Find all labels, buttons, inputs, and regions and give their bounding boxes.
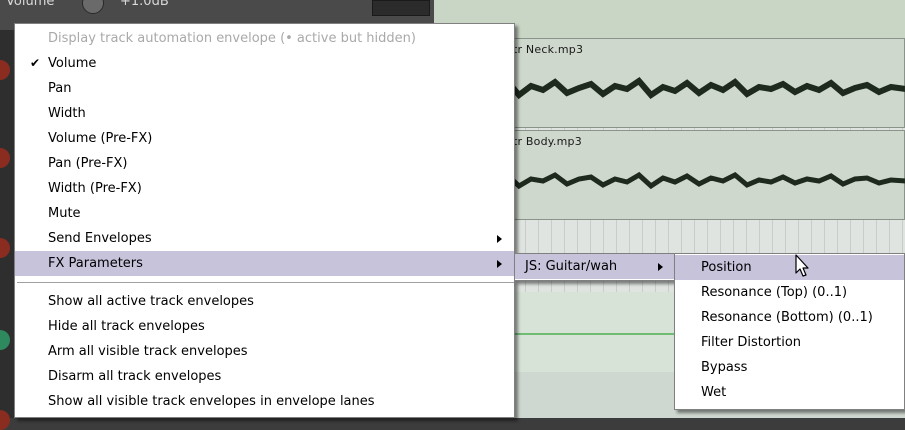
record-arm-icon[interactable] (0, 60, 10, 80)
menu-item-label: Pan (48, 81, 72, 96)
menu-item-label: Resonance (Top) (0..1) (701, 285, 848, 300)
menu-item-label: Arm all visible track envelopes (48, 344, 248, 359)
menu-item-show-active-envelopes[interactable]: Show all active track envelopes (15, 289, 514, 314)
menu-item-bypass[interactable]: Bypass (675, 355, 904, 380)
record-arm-icon[interactable] (0, 238, 10, 258)
menu-item-label: Volume (48, 56, 97, 71)
menu-item-resonance-top[interactable]: Resonance (Top) (0..1) (675, 280, 904, 305)
media-item-name: tr Neck.mp3 (513, 43, 584, 56)
track-envelope-context-menu: Display track automation envelope (• act… (14, 23, 515, 418)
submenu-arrow-icon (497, 260, 502, 268)
menu-item-fx-parameters[interactable]: FX Parameters (15, 251, 514, 276)
submenu-arrow-icon (497, 235, 502, 243)
menu-item-send-envelopes[interactable]: Send Envelopes (15, 226, 514, 251)
fx-parameter-submenu: Position Resonance (Top) (0..1) Resonanc… (674, 253, 905, 410)
checkmark-icon: ✔ (30, 56, 41, 70)
menu-item-volume[interactable]: ✔ Volume (15, 51, 514, 76)
record-arm-icon[interactable] (0, 410, 10, 430)
menu-item-label: Show all active track envelopes (48, 294, 254, 309)
submenu-arrow-icon (658, 263, 663, 271)
menu-item-label: Filter Distortion (701, 335, 802, 350)
menu-item-label: Hide all track envelopes (48, 319, 205, 334)
fx-submenu: JS: Guitar/wah (514, 253, 676, 281)
menu-item-label: Width (Pre-FX) (48, 181, 142, 196)
menu-item-pan-pre-fx[interactable]: Pan (Pre-FX) (15, 151, 514, 176)
menu-item-pan[interactable]: Pan (15, 76, 514, 101)
menu-item-label: Mute (48, 206, 81, 221)
menu-item-hide-all-envelopes[interactable]: Hide all track envelopes (15, 314, 514, 339)
menu-item-show-envelopes-in-lanes[interactable]: Show all visible track envelopes in enve… (15, 389, 514, 414)
track-volume-label: Volume (6, 0, 55, 9)
menu-item-label: JS: Guitar/wah (525, 259, 618, 274)
menu-item-label: Pan (Pre-FX) (48, 156, 128, 171)
menu-item-label: Disarm all track envelopes (48, 369, 222, 384)
menu-item-width[interactable]: Width (15, 101, 514, 126)
menu-item-label: Position (701, 260, 752, 275)
menu-separator (17, 282, 514, 283)
mouse-cursor-icon (795, 254, 809, 277)
volume-knob[interactable] (82, 0, 104, 14)
menu-item-filter-distortion[interactable]: Filter Distortion (675, 330, 904, 355)
menu-item-label: Show all visible track envelopes in enve… (48, 394, 375, 409)
menu-item-label: Bypass (701, 360, 748, 375)
menu-item-disarm-all-envelopes[interactable]: Disarm all track envelopes (15, 364, 514, 389)
envelope-arm-icon[interactable] (0, 330, 10, 350)
menu-item-js-guitar-wah[interactable]: JS: Guitar/wah (515, 254, 675, 279)
menu-item-resonance-bottom[interactable]: Resonance (Bottom) (0..1) (675, 305, 904, 330)
menu-item-label: Resonance (Bottom) (0..1) (701, 310, 873, 325)
menu-item-volume-pre-fx[interactable]: Volume (Pre-FX) (15, 126, 514, 151)
menu-item-mute[interactable]: Mute (15, 201, 514, 226)
track-panel-edge (0, 30, 14, 430)
menu-item-position[interactable]: Position (675, 255, 904, 280)
menu-header: Display track automation envelope (• act… (48, 31, 416, 46)
menu-item-label: FX Parameters (48, 256, 143, 271)
track-fx-slot[interactable] (372, 0, 430, 16)
record-arm-icon[interactable] (0, 148, 10, 168)
media-item-name: tr Body.mp3 (513, 135, 582, 148)
menu-item-arm-visible-envelopes[interactable]: Arm all visible track envelopes (15, 339, 514, 364)
menu-item-label: Volume (Pre-FX) (48, 131, 153, 146)
track-volume-value: +1.0dB (120, 0, 169, 9)
menu-item-wet[interactable]: Wet (675, 380, 904, 405)
menu-item-label: Wet (701, 385, 727, 400)
menu-item-label: Width (48, 106, 86, 121)
menu-item-label: Send Envelopes (48, 231, 152, 246)
menu-item-width-pre-fx[interactable]: Width (Pre-FX) (15, 176, 514, 201)
